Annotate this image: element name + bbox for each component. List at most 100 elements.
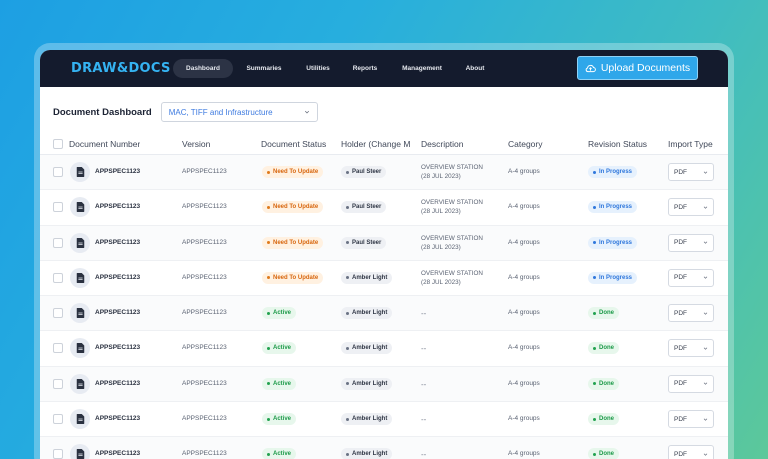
holder-name: Amber Light — [352, 345, 388, 352]
revision-status-text: Done — [599, 345, 614, 352]
col-document-status[interactable]: Document Status — [261, 139, 326, 149]
col-import-type[interactable]: Import Type — [668, 139, 713, 149]
row-checkbox[interactable] — [53, 414, 63, 425]
chevron-down-icon — [703, 418, 708, 421]
row-checkbox[interactable] — [53, 343, 63, 354]
col-holder[interactable]: Holder (Change M — [341, 139, 410, 149]
document-icon — [70, 162, 90, 182]
holder-name: Amber Light — [352, 310, 388, 317]
revision-status-text: In Progress — [599, 204, 633, 211]
import-type-select[interactable]: PDF — [668, 339, 714, 358]
import-type-value: PDF — [674, 239, 687, 247]
nav-dashboard[interactable]: Dashboard — [173, 59, 233, 78]
table-row[interactable]: APPSPEC1123 APPSPEC1123 Active Amber Lig… — [40, 437, 728, 459]
description: -- — [421, 380, 426, 389]
holder-badge: Amber Light — [341, 448, 393, 459]
table-row[interactable]: APPSPEC1123 APPSPEC1123 Active Amber Lig… — [40, 331, 728, 367]
import-type-select[interactable]: PDF — [668, 198, 714, 217]
revision-status-text: In Progress — [599, 239, 633, 246]
document-status-text: Active — [273, 451, 292, 458]
app-window: DRAW&DOCS Dashboard Summaries Utilities … — [40, 50, 728, 459]
table-row[interactable]: APPSPEC1123 APPSPEC1123 Need To Update P… — [40, 225, 728, 261]
chevron-down-icon — [703, 382, 708, 386]
document-status-badge: Need To Update — [262, 166, 324, 178]
holder-badge: Amber Light — [341, 413, 393, 426]
document-status-badge: Need To Update — [262, 236, 324, 249]
document-number[interactable]: APPSPEC1123 — [95, 450, 140, 457]
document-number[interactable]: APPSPEC1123 — [95, 415, 140, 422]
import-type-select[interactable]: PDF — [668, 163, 714, 181]
revision-status-text: In Progress — [599, 169, 633, 175]
row-checkbox[interactable] — [53, 202, 63, 213]
chevron-down-icon — [703, 241, 708, 244]
import-type-select[interactable]: PDF — [668, 410, 714, 429]
chevron-down-icon — [703, 347, 708, 350]
document-number[interactable]: APPSPEC1123 — [95, 274, 140, 281]
description: -- — [421, 450, 426, 459]
import-type-select[interactable]: PDF — [668, 445, 714, 459]
category: A-4 groups — [508, 344, 540, 352]
description: OVERVIEW STATION (28 JUL 2023) — [421, 163, 483, 181]
category-filter-select[interactable]: MAC, TIFF and Infrastructure — [160, 102, 318, 122]
document-number[interactable]: APPSPEC1123 — [95, 239, 140, 246]
revision-status-badge: In Progress — [588, 166, 638, 178]
import-type-select[interactable]: PDF — [668, 268, 714, 287]
document-number[interactable]: APPSPEC1123 — [95, 309, 140, 316]
table-row[interactable]: APPSPEC1123 APPSPEC1123 Need To Update A… — [40, 261, 728, 297]
description-line-1: -- — [421, 344, 427, 354]
nav-utilities[interactable]: Utilities — [295, 59, 341, 78]
select-all-checkbox[interactable] — [53, 139, 63, 149]
description: -- — [421, 344, 426, 353]
main-nav: Dashboard Summaries Utilities Reports Ma… — [173, 59, 495, 78]
nav-about[interactable]: About — [455, 59, 495, 78]
cloud-upload-icon — [585, 64, 596, 72]
col-version[interactable]: Version — [182, 139, 210, 149]
import-type-select[interactable]: PDF — [668, 233, 714, 252]
document-status-badge: Active — [262, 377, 297, 390]
row-checkbox[interactable] — [53, 378, 63, 389]
category: A-4 groups — [508, 203, 540, 211]
nav-management[interactable]: Management — [389, 59, 455, 78]
table-row[interactable]: APPSPEC1123 APPSPEC1123 Need To Update P… — [40, 155, 728, 191]
import-type-value: PDF — [674, 344, 687, 352]
table-row[interactable]: APPSPEC1123 APPSPEC1123 Active Amber Lig… — [40, 402, 728, 438]
col-document-number[interactable]: Document Number — [69, 139, 140, 149]
upload-documents-button[interactable]: Upload Documents — [577, 56, 698, 80]
table-row[interactable]: APPSPEC1123 APPSPEC1123 Need To Update P… — [40, 190, 728, 226]
chevron-down-icon — [703, 453, 708, 456]
document-status-badge: Active — [262, 413, 297, 426]
row-checkbox[interactable] — [53, 167, 63, 177]
holder-name: Amber Light — [352, 274, 388, 281]
row-checkbox[interactable] — [53, 272, 63, 283]
description-line-2: (28 JUL 2023) — [421, 243, 461, 251]
import-type-select[interactable]: PDF — [668, 374, 714, 393]
document-number[interactable]: APPSPEC1123 — [95, 380, 140, 387]
import-type-select[interactable]: PDF — [668, 304, 714, 323]
col-category[interactable]: Category — [508, 139, 543, 149]
document-version: APPSPEC1123 — [182, 344, 227, 352]
col-description[interactable]: Description — [421, 139, 464, 149]
document-version: APPSPEC1123 — [182, 238, 227, 246]
description: -- — [421, 415, 426, 424]
upload-documents-label: Upload Documents — [600, 62, 691, 74]
document-number[interactable]: APPSPEC1123 — [95, 344, 140, 351]
document-status-text: Active — [273, 345, 292, 352]
document-number[interactable]: APPSPEC1123 — [95, 168, 140, 175]
document-number[interactable]: APPSPEC1123 — [95, 203, 140, 210]
document-status-text: Need To Update — [273, 204, 319, 211]
row-checkbox[interactable] — [53, 449, 63, 459]
document-icon — [70, 303, 90, 324]
table-row[interactable]: APPSPEC1123 APPSPEC1123 Active Amber Lig… — [40, 296, 728, 332]
revision-status-text: Done — [599, 416, 614, 423]
nav-summaries[interactable]: Summaries — [233, 59, 295, 78]
document-icon — [70, 338, 90, 359]
col-revision-status[interactable]: Revision Status — [588, 139, 647, 149]
holder-badge: Paul Steer — [341, 201, 387, 214]
holder-name: Amber Light — [352, 416, 388, 423]
row-checkbox[interactable] — [53, 308, 63, 319]
revision-status-badge: Done — [588, 413, 619, 426]
holder-name: Amber Light — [352, 380, 388, 387]
nav-reports[interactable]: Reports — [341, 59, 389, 78]
row-checkbox[interactable] — [53, 237, 63, 248]
table-row[interactable]: APPSPEC1123 APPSPEC1123 Active Amber Lig… — [40, 366, 728, 403]
